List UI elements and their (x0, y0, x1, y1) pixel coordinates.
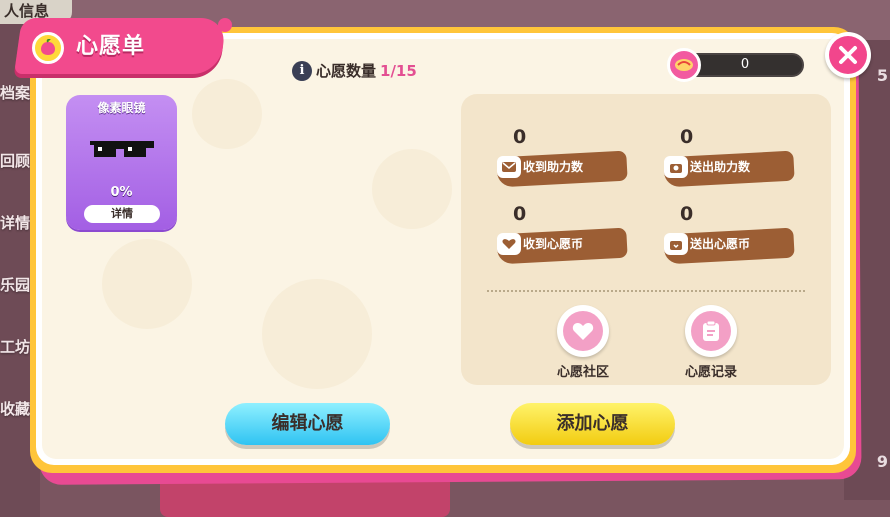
stat-label: 送出助力数 (690, 160, 751, 174)
background-right-number: 9 (876, 452, 888, 471)
add-wish-button[interactable]: 添加心愿 (510, 403, 675, 445)
pixel-glasses-icon (90, 141, 154, 157)
divider (487, 290, 805, 292)
wish-community-label: 心愿社区 (556, 365, 609, 380)
wish-count: i 心愿数量 1/15 (292, 60, 417, 81)
decor-circle (102, 239, 192, 329)
dialog-title: 心愿单 (76, 34, 146, 59)
title-ribbon-dot (218, 18, 232, 32)
decor-circle (372, 149, 452, 229)
info-icon[interactable]: i (292, 60, 312, 81)
stat-label: 收到助力数 (523, 160, 584, 174)
stat-received-coins: 0 收到心愿币 (461, 203, 628, 273)
close-icon (829, 36, 867, 74)
stat-value: 0 (680, 203, 694, 225)
clipboard-icon (691, 311, 731, 351)
wish-progress: 0% (110, 185, 133, 200)
stat-sent-coins: 0 送出心愿币 (628, 203, 795, 273)
stat-sent-boost: 0 送出助力数 (628, 126, 795, 196)
edit-wish-button[interactable]: 编辑心愿 (225, 403, 390, 445)
background-right-number: 5 (876, 66, 888, 85)
stat-label: 送出心愿币 (690, 237, 751, 251)
wish-detail-button[interactable]: 详情 (84, 205, 160, 223)
peach-icon (32, 32, 64, 64)
heart-icon (497, 233, 521, 255)
wish-record-button[interactable]: 心愿记录 (671, 305, 751, 385)
wish-community-icon-wrap (557, 305, 609, 357)
close-button[interactable] (825, 32, 871, 78)
mail-icon (497, 156, 521, 178)
stat-value: 0 (513, 203, 527, 225)
gift-box-icon (664, 156, 688, 178)
wish-community-button[interactable]: 心愿社区 (543, 305, 623, 385)
wish-count-label: 心愿数量 (316, 62, 377, 80)
heart-icon (563, 311, 603, 351)
wish-coin-icon (667, 48, 701, 82)
wish-card[interactable]: 像素眼镜 0% 详情 (66, 95, 177, 230)
decor-circle (192, 79, 262, 149)
stat-value: 0 (513, 126, 527, 148)
stat-value: 0 (680, 126, 694, 148)
gift-box-icon (664, 233, 688, 255)
wish-item-name: 像素眼镜 (97, 101, 146, 115)
wish-record-label: 心愿记录 (684, 365, 737, 380)
stat-label: 收到心愿币 (523, 237, 584, 251)
wish-count-value: 1/15 (380, 61, 417, 80)
stat-received-boost: 0 收到助力数 (461, 126, 628, 196)
decor-circle (262, 279, 372, 389)
wish-record-icon-wrap (685, 305, 737, 357)
